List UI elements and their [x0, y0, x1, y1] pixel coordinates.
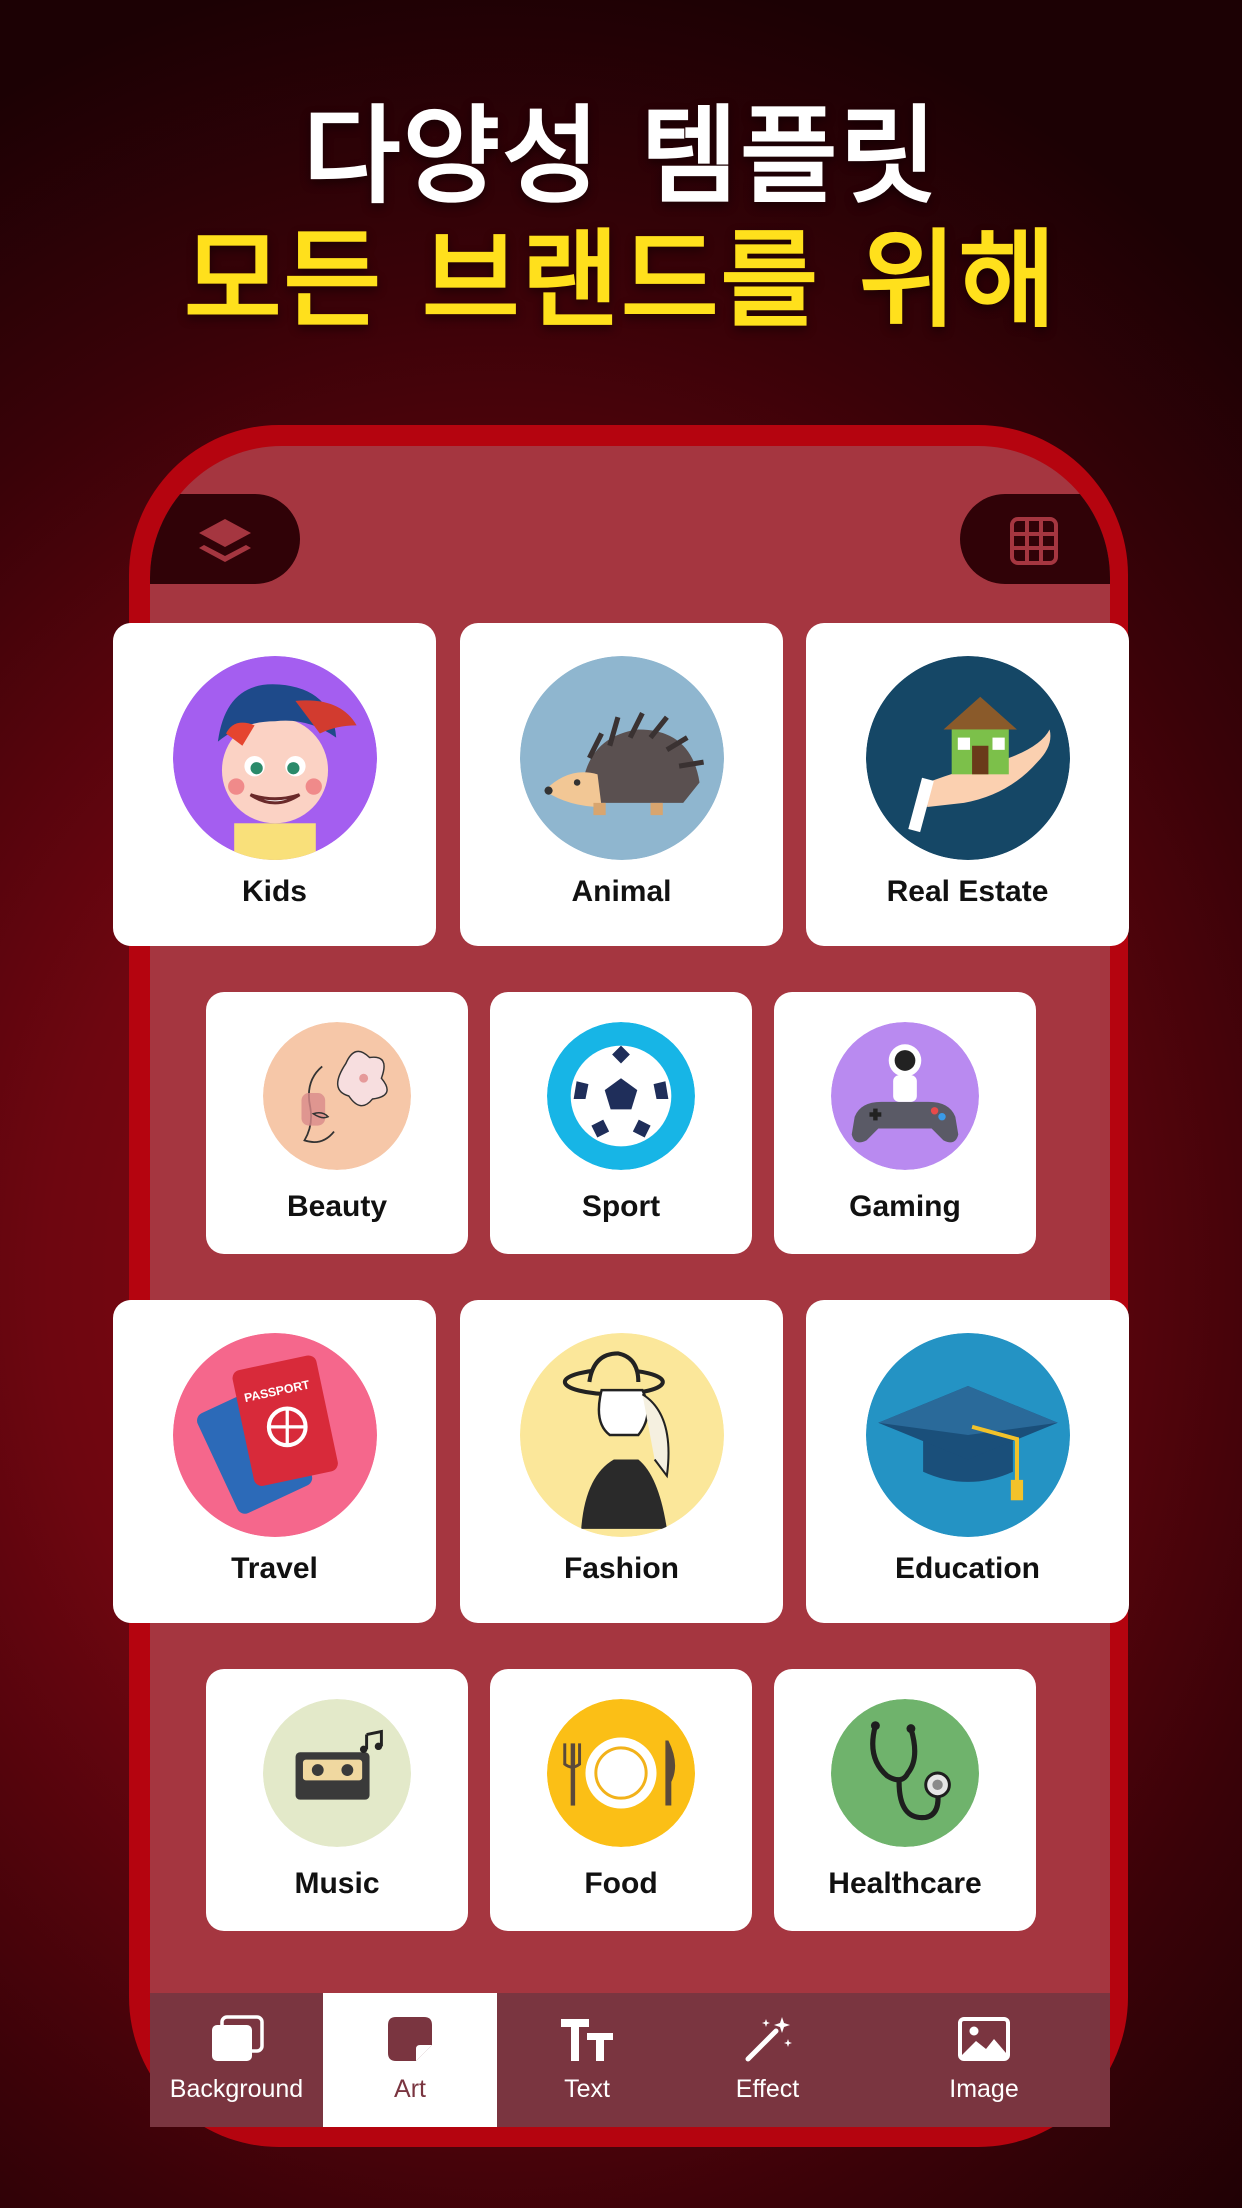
category-label: Animal	[571, 875, 672, 908]
layers-button[interactable]	[150, 494, 300, 584]
headline-line-1: 다양성 템플릿	[302, 95, 940, 218]
tab-label: Image	[949, 2075, 1019, 2103]
passport-icon: PASSPORT	[172, 1333, 377, 1537]
sticker-icon	[388, 2017, 432, 2061]
bottom-tab-bar: Background Art Text Effect Image	[150, 1993, 1110, 2127]
category-label: Fashion	[563, 1552, 679, 1585]
kid-face-icon	[172, 656, 377, 860]
category-label: Healthcare	[828, 1867, 982, 1900]
tab-effect[interactable]: Effect	[677, 1993, 858, 2127]
house-in-hand-icon	[865, 656, 1070, 860]
category-card-fashion[interactable]: Fashion	[460, 1300, 783, 1623]
category-card-animal[interactable]: Animal	[460, 623, 783, 946]
category-card-real-estate[interactable]: Real Estate	[806, 623, 1129, 946]
headline-line-2: 모든 브랜드를 위해	[184, 219, 1058, 342]
category-card-healthcare[interactable]: Healthcare	[774, 1669, 1036, 1931]
category-card-food[interactable]: Food	[490, 1669, 752, 1931]
category-label: Education	[894, 1552, 1040, 1585]
woman-hat-icon	[519, 1333, 724, 1537]
tab-image[interactable]: Image	[858, 1993, 1110, 2127]
category-label: Travel	[231, 1552, 318, 1585]
tab-text[interactable]: Text	[497, 1993, 677, 2127]
hedgehog-icon	[519, 656, 724, 860]
category-card-kids[interactable]: Kids	[113, 623, 436, 946]
category-label: Food	[584, 1867, 658, 1900]
grid-icon	[1010, 517, 1058, 565]
background-icon	[211, 2015, 264, 2061]
face-flower-icon	[263, 1022, 411, 1170]
tab-label: Background	[169, 2075, 304, 2103]
category-label: Real Estate	[886, 875, 1049, 908]
category-card-sport[interactable]: Sport	[490, 992, 752, 1254]
plate-fork-knife-icon	[547, 1699, 695, 1847]
tab-label: Text	[564, 2075, 610, 2103]
tab-art[interactable]: Art	[323, 1993, 497, 2127]
category-label: Beauty	[286, 1190, 388, 1223]
category-card-beauty[interactable]: Beauty	[206, 992, 468, 1254]
category-label: Sport	[581, 1190, 661, 1223]
tab-label: Effect	[735, 2075, 800, 2103]
layers-icon	[199, 519, 251, 562]
soccer-ball-icon	[547, 1022, 695, 1170]
magic-wand-icon	[745, 2017, 792, 2062]
headline: 다양성 템플릿 모든 브랜드를 위해	[0, 95, 1242, 343]
category-label: Music	[294, 1867, 380, 1900]
text-icon	[561, 2019, 613, 2061]
image-icon	[958, 2017, 1010, 2061]
category-label: Gaming	[849, 1190, 961, 1223]
graduation-cap-icon	[865, 1333, 1070, 1537]
tab-label: Art	[394, 2075, 426, 2103]
tab-background[interactable]: Background	[150, 1993, 323, 2127]
category-card-travel[interactable]: PASSPORT Travel	[113, 1300, 436, 1623]
category-label: Kids	[241, 875, 307, 908]
astronaut-gamepad-icon	[831, 1022, 979, 1170]
category-card-education[interactable]: Education	[806, 1300, 1129, 1623]
category-card-gaming[interactable]: Gaming	[774, 992, 1036, 1254]
stethoscope-icon	[831, 1699, 979, 1847]
cassette-icon	[263, 1699, 411, 1847]
grid-button[interactable]	[960, 494, 1110, 584]
category-card-music[interactable]: Music	[206, 1669, 468, 1931]
